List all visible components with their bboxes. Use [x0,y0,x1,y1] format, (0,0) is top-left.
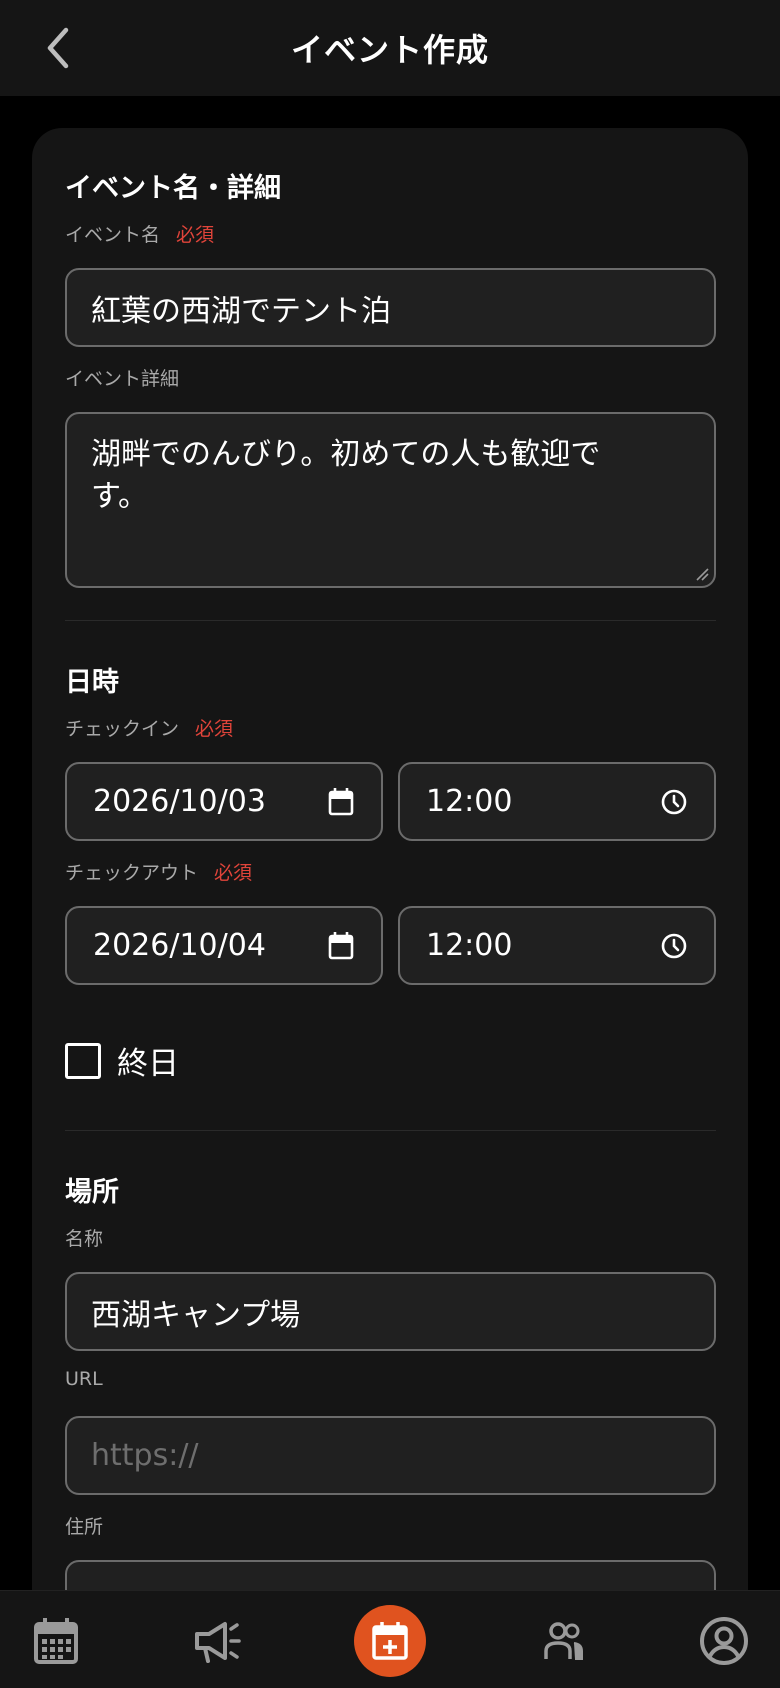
section-divider [65,620,716,621]
calendar-icon [328,931,354,959]
resize-grip-icon[interactable] [694,566,710,582]
checkout-date-input[interactable]: 2026/10/04 [65,906,383,985]
url-input[interactable]: https:// [65,1416,716,1495]
event-detail-value: 湖畔でのんびり。初めての人も歓迎です。 [91,437,601,514]
required-badge: 必須 [195,718,234,740]
section-title-datetime: 日時 [65,667,119,698]
calendar-icon [34,1618,78,1664]
section-divider [65,1130,716,1131]
event-name-label-text: イベント名 [65,224,161,246]
checkin-time-value: 12:00 [426,784,513,819]
event-detail-textarea[interactable]: 湖畔でのんびり。初めての人も歓迎です。 [65,412,716,588]
allday-checkbox[interactable] [65,1042,101,1079]
bottom-navigation [0,1590,780,1688]
checkin-date-input[interactable]: 2026/10/03 [65,762,383,841]
url-label-text: URL [65,1368,103,1390]
nav-account[interactable] [684,1601,764,1681]
event-name-label: イベント名 必須 [65,220,214,247]
checkin-time-input[interactable]: 12:00 [398,762,716,841]
event-name-value: 紅葉の西湖でテント泊 [91,293,391,329]
checkout-date-value: 2026/10/04 [93,928,266,963]
page-title: イベント作成 [290,31,489,69]
address-label: 住所 [65,1512,103,1539]
megaphone-icon [195,1622,241,1663]
app-root: イベント作成 イベント名・詳細 イベント名 必須 紅葉の西湖でテント泊 イベント… [0,0,780,1688]
nav-create-event[interactable] [350,1601,430,1681]
url-label: URL [65,1368,103,1390]
event-name-input[interactable]: 紅葉の西湖でテント泊 [65,268,716,347]
nav-members[interactable] [524,1601,604,1681]
account-circle-icon [700,1617,748,1665]
checkin-label: チェックイン 必須 [65,714,233,741]
checkout-time-value: 12:00 [426,928,513,963]
checkout-label-text: チェックアウト [65,862,199,884]
clock-icon [661,789,687,814]
checkin-label-text: チェックイン [65,718,180,740]
allday-checkbox-row[interactable]: 終日 [65,1038,179,1083]
url-placeholder: https:// [91,1438,199,1473]
required-badge: 必須 [176,224,215,246]
checkout-time-input[interactable]: 12:00 [398,906,716,985]
calendar-icon [328,787,354,815]
nav-announcements[interactable] [177,1601,257,1681]
chevron-left-icon [47,27,69,69]
event-detail-label-text: イベント詳細 [65,368,180,390]
place-name-label: 名称 [65,1224,103,1251]
allday-label: 終日 [117,1046,179,1082]
back-button[interactable] [36,24,80,72]
event-detail-label: イベント詳細 [65,364,179,391]
checkout-label: チェックアウト 必須 [65,858,252,885]
place-name-value: 西湖キャンプ場 [91,1297,301,1333]
create-event-button[interactable] [354,1605,426,1677]
place-name-label-text: 名称 [65,1228,104,1250]
section-title-place: 場所 [65,1177,119,1208]
required-badge: 必須 [214,862,253,884]
checkin-date-value: 2026/10/03 [93,784,266,819]
address-label-text: 住所 [65,1516,104,1538]
event-form-card: イベント名・詳細 イベント名 必須 紅葉の西湖でテント泊 イベント詳細 湖畔での… [32,128,748,1688]
place-name-input[interactable]: 西湖キャンプ場 [65,1272,716,1351]
section-title-details: イベント名・詳細 [65,173,281,204]
top-app-bar: イベント作成 [0,0,780,96]
clock-icon [661,933,687,958]
calendar-add-icon [372,1622,408,1660]
nav-calendar[interactable] [16,1601,96,1681]
people-icon [544,1622,583,1660]
